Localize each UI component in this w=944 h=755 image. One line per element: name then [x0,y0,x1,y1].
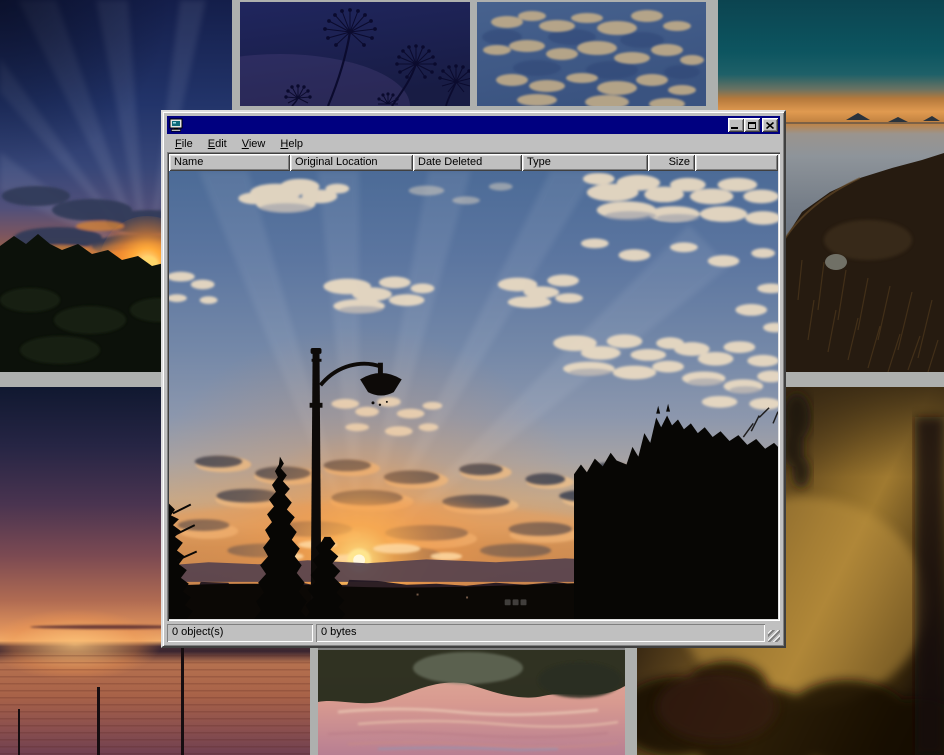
menu-file[interactable]: File [173,138,195,150]
minimize-icon [731,127,738,129]
column-header-size[interactable]: Size [648,154,695,171]
maximize-icon [748,122,756,129]
folder-content-photo [169,171,778,619]
close-button[interactable] [762,118,778,132]
window-controls [728,118,778,132]
column-headers: Name Original Location Date Deleted Type… [169,154,778,171]
column-header-name[interactable]: Name [169,154,290,171]
wallpaper-photo-water-reflections [318,650,625,755]
column-header-date-deleted[interactable]: Date Deleted [413,154,522,171]
menu-bar: File Edit View Help [167,134,780,151]
window-titlebar[interactable] [167,116,780,134]
pole-silhouette [97,687,100,755]
column-header-type[interactable]: Type [522,154,648,171]
menu-view[interactable]: View [240,138,268,150]
pole-silhouette [18,709,20,755]
status-objects: 0 object(s) [167,624,313,642]
water-ripples [0,655,310,755]
menu-edit[interactable]: Edit [206,138,229,150]
desktop: File Edit View Help Name Original Locati… [0,0,944,755]
resize-grip[interactable] [768,630,780,642]
column-header-original-location[interactable]: Original Location [290,154,413,171]
status-bytes: 0 bytes [316,624,765,642]
menu-help[interactable]: Help [278,138,305,150]
close-icon [766,122,774,129]
collage-gap [470,0,477,108]
maximize-button[interactable] [744,118,760,132]
pole-silhouette [181,643,184,755]
wallpaper-photo-cloud-sky [477,2,706,106]
status-bar: 0 object(s) 0 bytes [167,624,780,642]
computer-icon [169,118,183,132]
list-view: Name Original Location Date Deleted Type… [167,152,780,621]
recycle-bin-window: File Edit View Help Name Original Locati… [161,110,786,648]
wallpaper-photo-umbel-flowers [240,2,470,106]
column-header-filler [695,154,778,171]
minimize-button[interactable] [728,118,744,132]
